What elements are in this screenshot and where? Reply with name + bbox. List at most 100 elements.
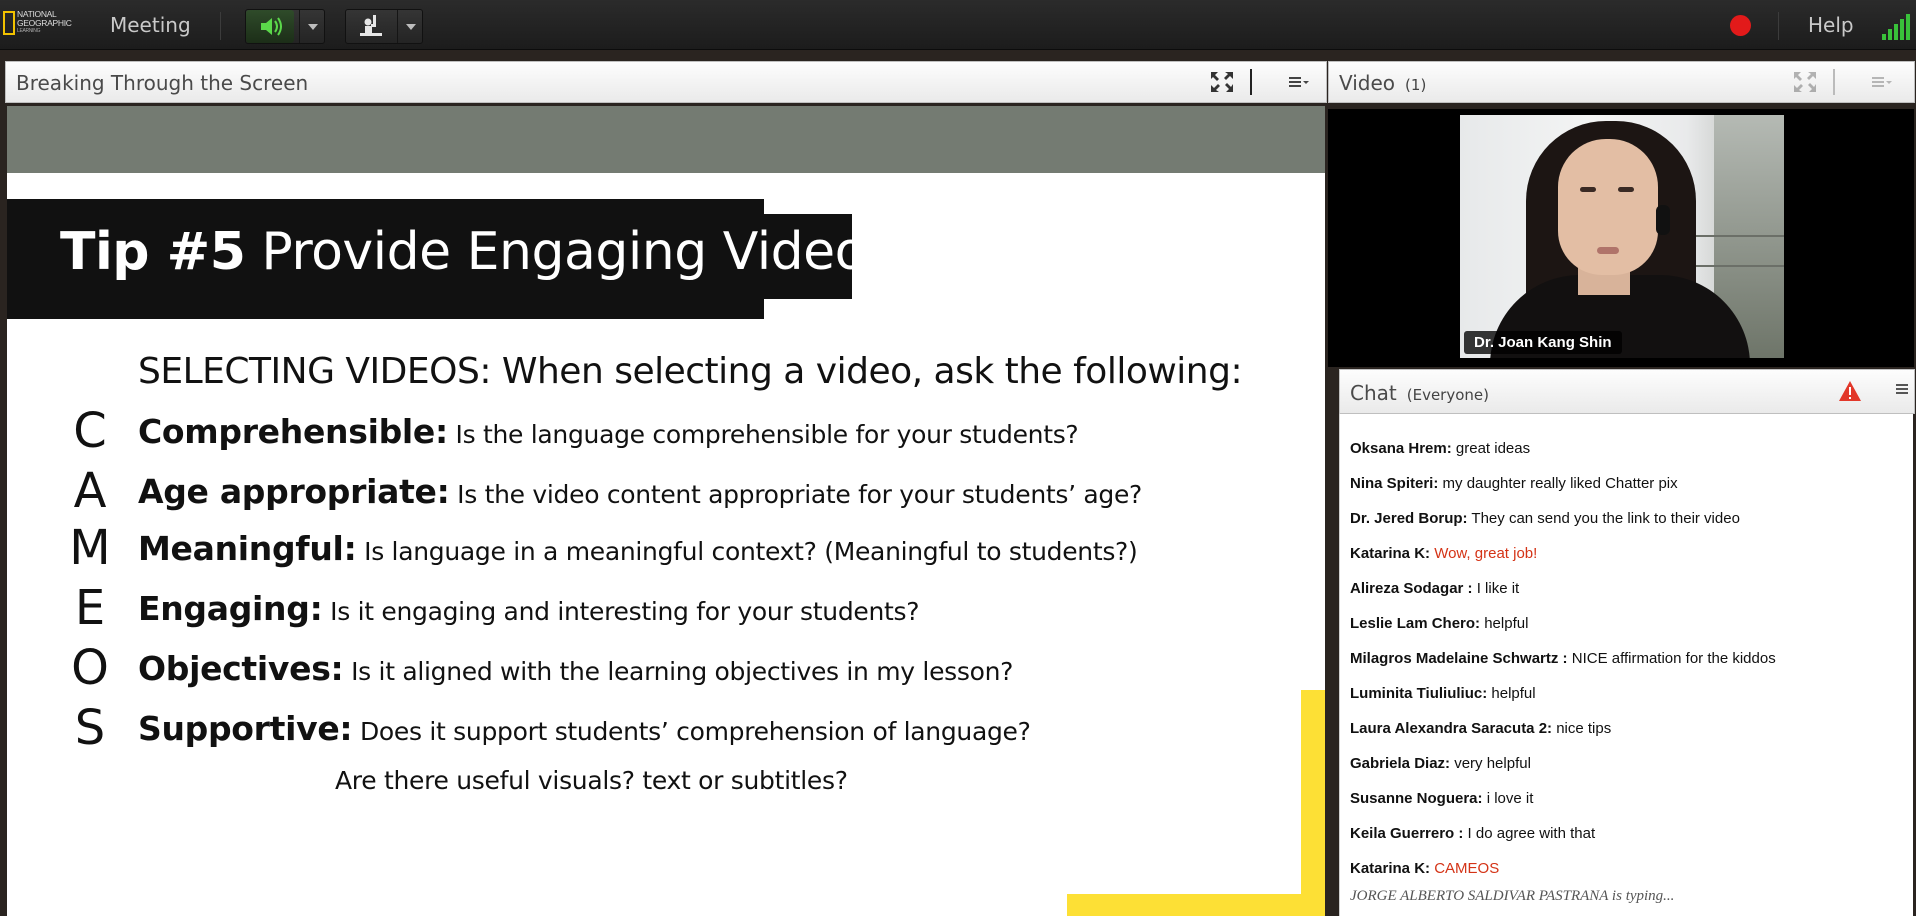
chat-sender: Oksana Hrem: [1350, 440, 1452, 457]
criteria-key: Objectives: [138, 649, 344, 688]
connection-signal-icon [1882, 14, 1912, 40]
chat-sender: Gabriela Diaz: [1350, 755, 1451, 772]
chat-text: They can send you the link to their vide… [1467, 510, 1740, 527]
video-count: (1) [1405, 76, 1427, 94]
slide-title: Tip #5 Provide Engaging Videos [60, 222, 893, 282]
menu-divider [1778, 12, 1779, 40]
chat-message: Gabriela Diaz: very helpful [1350, 755, 1531, 772]
chat-sender: Susanne Noguera: [1350, 790, 1483, 807]
accent-bar-vertical [1301, 690, 1325, 916]
criteria-question: Is it engaging and interesting for your … [322, 597, 920, 626]
warning-icon[interactable] [1838, 380, 1862, 402]
logo-yellow-frame-icon [3, 11, 15, 35]
logo-line-2: GEOGRAPHIC [17, 18, 72, 28]
slide-title-bold: Tip #5 [60, 222, 246, 282]
video-background-rail [1694, 235, 1784, 237]
chat-message: Katarina K: CAMEOS [1350, 860, 1499, 877]
chat-options-button[interactable] [1896, 384, 1908, 396]
status-button-group[interactable] [345, 9, 423, 44]
chat-sender: Keila Guerrero : [1350, 825, 1464, 842]
criteria-key: Age appropriate: [138, 472, 450, 511]
video-options-button[interactable] [1869, 70, 1895, 94]
menu-icon [1896, 384, 1908, 394]
record-indicator-icon[interactable] [1730, 15, 1751, 36]
presenter-name-tag: Dr. Joan Kang Shin [1464, 331, 1622, 354]
chat-sender: Dr. Jered Borup: [1350, 510, 1468, 527]
fullscreen-button[interactable] [1209, 70, 1235, 94]
pod-options-button[interactable] [1286, 70, 1312, 94]
acronym-letter: M [69, 520, 111, 576]
chat-text: i love it [1482, 790, 1534, 807]
chat-sender: Luminita Tiuliuliuc: [1350, 685, 1488, 702]
video-pod-title: Video (1) [1339, 71, 1426, 95]
accent-bar-horizontal [1067, 894, 1325, 916]
header-divider [1833, 69, 1835, 95]
menu-divider [220, 12, 221, 40]
slide-subheading: SELECTING VIDEOS: When selecting a video… [138, 351, 1243, 392]
chat-text: helpful [1487, 685, 1536, 702]
chat-text: I do agree with that [1463, 825, 1596, 842]
chat-sender: Katarina K: [1350, 860, 1431, 877]
video-pod-header: Video (1) [1328, 61, 1915, 103]
chat-text: NICE affirmation for the kiddos [1567, 650, 1776, 667]
help-menu[interactable]: Help [1808, 13, 1854, 37]
video-area: Dr. Joan Kang Shin [1328, 109, 1914, 367]
meeting-menu[interactable]: Meeting [110, 13, 191, 37]
chat-sender: Nina Spiteri: [1350, 475, 1439, 492]
header-divider [1250, 69, 1252, 95]
video-pod-label: Video [1339, 71, 1396, 95]
acronym-letter: C [73, 403, 107, 459]
chat-message: Katarina K: Wow, great job! [1350, 545, 1537, 562]
criteria-row: Meaningful: Is language in a meaningful … [138, 529, 1138, 568]
chat-audience: (Everyone) [1406, 386, 1489, 404]
chevron-down-icon [406, 24, 416, 30]
criteria-key: Meaningful: [138, 529, 357, 568]
criteria-question: Is the video content appropriate for you… [449, 480, 1143, 509]
acronym-letter: O [71, 640, 109, 696]
criteria-row: Age appropriate: Is the video content ap… [138, 472, 1142, 511]
presenter-face [1558, 139, 1658, 275]
typing-indicator: JORGE ALBERTO SALDIVAR PASTRANA is typin… [1350, 888, 1675, 904]
criteria-key: Supportive: [138, 709, 353, 748]
criteria-key: Engaging: [138, 589, 323, 628]
criteria-question: Is the language comprehensible for your … [447, 420, 1079, 449]
status-dropdown-button[interactable] [397, 10, 422, 43]
chevron-down-icon [308, 24, 318, 30]
chat-message: Susanne Noguera: i love it [1350, 790, 1533, 807]
criteria-row: Objectives: Is it aligned with the learn… [138, 649, 1013, 688]
chat-sender: Alireza Sodagar : [1350, 580, 1473, 597]
speaker-icon [261, 17, 282, 36]
chat-message-list[interactable]: Oksana Hrem: great ideas Nina Spiteri: m… [1339, 414, 1913, 916]
acronym-letter: A [73, 463, 107, 519]
acronym-letter: S [74, 700, 106, 756]
chat-sender: Leslie Lam Chero: [1350, 615, 1481, 632]
criteria-row: Engaging: Is it engaging and interesting… [138, 589, 920, 628]
presenter-mouth [1597, 247, 1619, 254]
audio-button-group[interactable] [245, 9, 325, 44]
speaker-button[interactable] [246, 10, 294, 43]
chat-sender: Laura Alexandra Saracuta 2: [1350, 720, 1553, 737]
presenter-eye [1618, 187, 1634, 192]
chat-message: Leslie Lam Chero: helpful [1350, 615, 1528, 632]
fullscreen-icon [1794, 72, 1816, 92]
options-menu-icon [1289, 77, 1309, 87]
criteria-row: Supportive: Does it support students’ co… [138, 709, 1031, 748]
chat-text: Wow, great job! [1430, 545, 1538, 562]
top-menu-bar: NATIONAL GEOGRAPHIC LEARNING Meeting Hel… [0, 0, 1916, 50]
presenter-video[interactable]: Dr. Joan Kang Shin [1460, 115, 1784, 358]
chat-sender: Katarina K: [1350, 545, 1431, 562]
acronym-letter: E [74, 580, 106, 636]
criteria-continuation: Are there useful visuals? text or subtit… [335, 766, 848, 795]
logo-line-3: LEARNING [17, 28, 41, 34]
chat-text: great ideas [1451, 440, 1531, 457]
criteria-question: Does it support students’ comprehension … [352, 717, 1031, 746]
chat-text: I like it [1472, 580, 1520, 597]
options-menu-icon [1872, 77, 1892, 87]
chat-message: Dr. Jered Borup: They can send you the l… [1350, 510, 1740, 527]
video-fullscreen-button[interactable] [1792, 70, 1818, 94]
share-pod-title: Breaking Through the Screen [16, 71, 309, 95]
audio-dropdown-button[interactable] [299, 10, 324, 43]
chat-message: Milagros Madelaine Schwartz : NICE affir… [1350, 650, 1776, 667]
presentation-slide: Tip #5 Provide Engaging Videos SELECTING… [7, 106, 1325, 916]
raise-hand-button[interactable] [346, 10, 394, 43]
